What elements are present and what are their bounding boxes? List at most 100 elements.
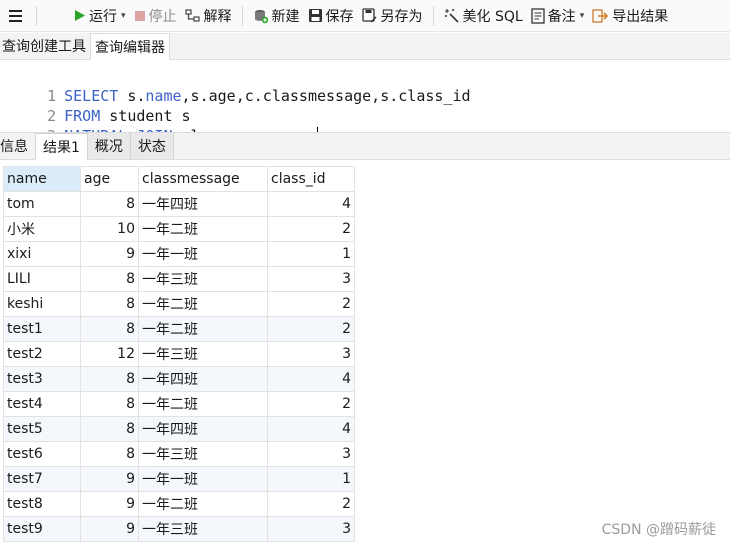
beautify-sql-button[interactable]: 美化 SQL xyxy=(440,3,527,29)
table-cell-age[interactable]: 8 xyxy=(80,416,139,442)
table-cell-class-id[interactable]: 4 xyxy=(267,191,355,217)
table-cell-name[interactable]: LILI xyxy=(3,266,81,292)
tab-result-1[interactable]: 结果1 xyxy=(35,133,88,160)
table-row[interactable]: 小米 10 一年二班 2 xyxy=(3,216,355,242)
explain-label: 解释 xyxy=(203,8,232,25)
column-header-name[interactable]: name xyxy=(3,166,81,192)
save-as-button[interactable]: 另存为 xyxy=(358,3,427,29)
stop-button[interactable]: 停止 xyxy=(130,3,181,29)
explain-icon xyxy=(184,8,200,22)
table-cell-name[interactable]: test6 xyxy=(3,441,81,467)
column-header-classmessage[interactable]: classmessage xyxy=(138,166,268,192)
table-cell-class-id[interactable]: 3 xyxy=(267,516,355,542)
table-cell-age[interactable]: 9 xyxy=(80,516,139,542)
tab-overview[interactable]: 概况 xyxy=(87,133,131,159)
table-row[interactable]: test1 8 一年二班 2 xyxy=(3,316,355,342)
save-as-label: 另存为 xyxy=(380,8,423,25)
table-cell-classmessage[interactable]: 一年二班 xyxy=(138,216,268,242)
table-cell-name[interactable]: test8 xyxy=(3,491,81,517)
table-row[interactable]: test7 9 一年一班 1 xyxy=(3,466,355,492)
table-cell-classmessage[interactable]: 一年二班 xyxy=(138,491,268,517)
note-icon xyxy=(531,7,545,24)
table-cell-class-id[interactable]: 2 xyxy=(267,316,355,342)
table-cell-name[interactable]: test3 xyxy=(3,366,81,392)
tab-query-builder[interactable]: 查询创建工具 xyxy=(0,33,90,59)
table-cell-name[interactable]: 小米 xyxy=(3,216,81,242)
export-result-button[interactable]: 导出结果 xyxy=(588,3,672,29)
result-grid: name age classmessage class_id tom 8 一年四班 4… xyxy=(3,166,355,542)
table-cell-class-id[interactable]: 2 xyxy=(267,391,355,417)
table-cell-classmessage[interactable]: 一年一班 xyxy=(138,466,268,492)
table-row[interactable]: test2 12 一年三班 3 xyxy=(3,341,355,367)
table-cell-class-id[interactable]: 4 xyxy=(267,366,355,392)
table-cell-age[interactable]: 8 xyxy=(80,441,139,467)
table-cell-class-id[interactable]: 3 xyxy=(267,341,355,367)
table-row[interactable]: LILI 8 一年三班 3 xyxy=(3,266,355,292)
note-dropdown-icon[interactable]: ▾ xyxy=(580,11,585,21)
column-header-age[interactable]: age xyxy=(80,166,139,192)
table-cell-age[interactable]: 9 xyxy=(80,241,139,267)
save-icon xyxy=(308,9,322,22)
save-button[interactable]: 保存 xyxy=(304,3,358,29)
table-cell-age[interactable]: 8 xyxy=(80,266,139,292)
table-cell-name[interactable]: test9 xyxy=(3,516,81,542)
table-cell-age[interactable]: 10 xyxy=(80,216,139,242)
table-cell-age[interactable]: 9 xyxy=(80,491,139,517)
table-cell-name[interactable]: xixi xyxy=(3,241,81,267)
table-row[interactable]: test5 8 一年四班 4 xyxy=(3,416,355,442)
table-cell-name[interactable]: test5 xyxy=(3,416,81,442)
explain-button[interactable]: 解释 xyxy=(181,3,236,29)
table-row[interactable]: keshi 8 一年二班 2 xyxy=(3,291,355,317)
tab-status[interactable]: 状态 xyxy=(130,133,174,159)
table-cell-age[interactable]: 8 xyxy=(80,191,139,217)
table-cell-class-id[interactable]: 2 xyxy=(267,216,355,242)
table-row[interactable]: test9 9 一年三班 3 xyxy=(3,516,355,542)
table-cell-age[interactable]: 8 xyxy=(80,316,139,342)
table-row[interactable]: xixi 9 一年一班 1 xyxy=(3,241,355,267)
table-cell-classmessage[interactable]: 一年三班 xyxy=(138,266,268,292)
run-button[interactable]: 运行 ▾ xyxy=(69,3,130,29)
table-cell-classmessage[interactable]: 一年二班 xyxy=(138,391,268,417)
table-row[interactable]: test4 8 一年二班 2 xyxy=(3,391,355,417)
table-cell-age[interactable]: 8 xyxy=(80,291,139,317)
table-cell-class-id[interactable]: 1 xyxy=(267,241,355,267)
table-cell-classmessage[interactable]: 一年三班 xyxy=(138,516,268,542)
table-cell-classmessage[interactable]: 一年一班 xyxy=(138,241,268,267)
table-cell-classmessage[interactable]: 一年三班 xyxy=(138,341,268,367)
table-cell-class-id[interactable]: 2 xyxy=(267,291,355,317)
table-cell-class-id[interactable]: 3 xyxy=(267,266,355,292)
watermark: CSDN @蹭码薪徒 xyxy=(601,522,716,538)
tab-query-editor[interactable]: 查询编辑器 xyxy=(90,33,170,60)
table-row[interactable]: test8 9 一年二班 2 xyxy=(3,491,355,517)
table-cell-name[interactable]: test4 xyxy=(3,391,81,417)
table-cell-age[interactable]: 8 xyxy=(80,366,139,392)
table-cell-classmessage[interactable]: 一年三班 xyxy=(138,441,268,467)
table-cell-classmessage[interactable]: 一年四班 xyxy=(138,416,268,442)
note-button[interactable]: 备注 ▾ xyxy=(527,3,589,29)
table-cell-age[interactable]: 9 xyxy=(80,466,139,492)
table-cell-classmessage[interactable]: 一年二班 xyxy=(138,291,268,317)
table-row[interactable]: test3 8 一年四班 4 xyxy=(3,366,355,392)
table-cell-name[interactable]: test7 xyxy=(3,466,81,492)
table-cell-class-id[interactable]: 2 xyxy=(267,491,355,517)
tab-info[interactable]: 信息 xyxy=(0,133,35,159)
table-cell-classmessage[interactable]: 一年四班 xyxy=(138,191,268,217)
table-cell-age[interactable]: 8 xyxy=(80,391,139,417)
table-cell-classmessage[interactable]: 一年四班 xyxy=(138,366,268,392)
table-cell-classmessage[interactable]: 一年二班 xyxy=(138,316,268,342)
table-cell-name[interactable]: test1 xyxy=(3,316,81,342)
table-row[interactable]: tom 8 一年四班 4 xyxy=(3,191,355,217)
table-row[interactable]: test6 8 一年三班 3 xyxy=(3,441,355,467)
new-button[interactable]: 新建 xyxy=(249,3,304,29)
sql-editor[interactable]: 1 SELECT s.name,s.age,c.classmessage,s.cl… xyxy=(0,61,730,145)
table-cell-name[interactable]: tom xyxy=(3,191,81,217)
menu-icon[interactable] xyxy=(0,0,30,32)
column-header-class-id[interactable]: class_id xyxy=(267,166,355,192)
table-cell-class-id[interactable]: 3 xyxy=(267,441,355,467)
run-dropdown-icon[interactable]: ▾ xyxy=(121,11,126,21)
table-cell-name[interactable]: test2 xyxy=(3,341,81,367)
table-cell-age[interactable]: 12 xyxy=(80,341,139,367)
table-cell-class-id[interactable]: 1 xyxy=(267,466,355,492)
table-cell-name[interactable]: keshi xyxy=(3,291,81,317)
table-cell-class-id[interactable]: 4 xyxy=(267,416,355,442)
